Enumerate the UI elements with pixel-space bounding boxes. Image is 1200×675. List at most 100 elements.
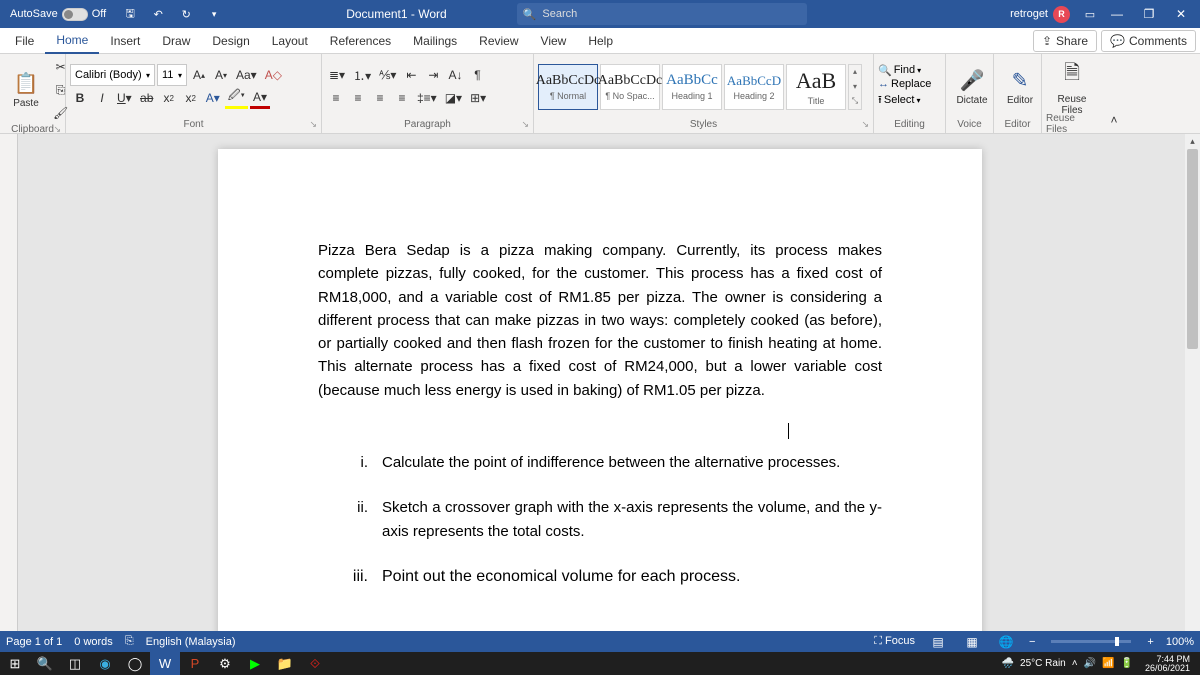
- decrease-indent-icon[interactable]: ⇤: [401, 64, 421, 86]
- search-box[interactable]: 🔍 Search: [517, 3, 807, 25]
- battery-icon[interactable]: 🔋: [1121, 658, 1133, 669]
- numbering-icon[interactable]: ⒈▾: [350, 64, 374, 86]
- restore-button[interactable]: ❐: [1134, 2, 1164, 26]
- font-color-icon[interactable]: A▾: [250, 87, 270, 109]
- redo-icon[interactable]: ↻: [174, 2, 198, 26]
- reuse-files-button[interactable]: 🗎Reuse Files: [1046, 57, 1098, 117]
- justify-icon[interactable]: ≡: [392, 87, 412, 109]
- styles-launcher-icon[interactable]: ↘: [861, 119, 869, 130]
- zoom-in-icon[interactable]: +: [1147, 636, 1153, 648]
- style-normal[interactable]: AaBbCcDc¶ Normal: [538, 64, 598, 110]
- autosave-toggle[interactable]: [62, 8, 88, 21]
- word-icon[interactable]: W: [150, 652, 180, 675]
- paste-button[interactable]: 📋Paste: [4, 60, 48, 120]
- superscript-button[interactable]: x2: [181, 87, 201, 109]
- clear-format-icon[interactable]: A◇: [262, 64, 285, 86]
- edge-icon[interactable]: ◉: [90, 652, 120, 675]
- chevron-down-icon[interactable]: ▾: [849, 79, 861, 94]
- tab-draw[interactable]: Draw: [151, 29, 201, 53]
- font-name-combo[interactable]: Calibri (Body)▾: [70, 64, 155, 86]
- zoom-slider[interactable]: [1051, 640, 1131, 643]
- dictate-button[interactable]: 🎤Dictate: [950, 57, 994, 117]
- increase-indent-icon[interactable]: ⇥: [423, 64, 443, 86]
- style-nospacing[interactable]: AaBbCcDc¶ No Spac...: [600, 64, 660, 110]
- close-button[interactable]: ✕: [1166, 2, 1196, 26]
- chevron-up-icon[interactable]: ▴: [849, 65, 861, 80]
- bullets-icon[interactable]: ≣▾: [326, 64, 348, 86]
- qat-more-icon[interactable]: ▾: [202, 2, 226, 26]
- sound-icon[interactable]: 🔊: [1084, 658, 1096, 669]
- print-layout-icon[interactable]: ▦: [961, 633, 983, 651]
- paragraph-launcher-icon[interactable]: ↘: [521, 119, 529, 130]
- tab-file[interactable]: File: [4, 29, 45, 53]
- document-page[interactable]: Pizza Bera Sedap is a pizza making compa…: [218, 149, 982, 654]
- zoom-out-icon[interactable]: −: [1029, 636, 1035, 648]
- read-mode-icon[interactable]: ▤: [927, 633, 949, 651]
- shading-icon[interactable]: ◪▾: [442, 87, 465, 109]
- minimize-button[interactable]: —: [1102, 2, 1132, 26]
- chrome-icon[interactable]: ◯: [120, 652, 150, 675]
- acrobat-icon[interactable]: ⟐: [300, 652, 330, 675]
- line-spacing-icon[interactable]: ‡≡▾: [414, 87, 440, 109]
- editor-button[interactable]: ✎Editor: [998, 57, 1042, 117]
- web-layout-icon[interactable]: 🌐: [995, 633, 1017, 651]
- tray-chevron-icon[interactable]: ˄: [1072, 658, 1078, 669]
- weather-text[interactable]: 25°C Rain: [1020, 658, 1066, 669]
- app-icon[interactable]: ◫: [60, 652, 90, 675]
- tab-review[interactable]: Review: [468, 29, 529, 53]
- tab-home[interactable]: Home: [45, 28, 99, 54]
- spell-check-icon[interactable]: ⎘: [125, 635, 134, 648]
- strikethrough-button[interactable]: ab: [137, 87, 157, 109]
- bold-button[interactable]: B: [70, 87, 90, 109]
- weather-icon[interactable]: 🌧️: [1002, 658, 1014, 669]
- tab-mailings[interactable]: Mailings: [402, 29, 468, 53]
- increase-font-icon[interactable]: A▴: [189, 64, 209, 86]
- change-case-icon[interactable]: Aa▾: [233, 64, 260, 86]
- save-icon[interactable]: 🖫: [118, 2, 142, 26]
- focus-mode[interactable]: ⛶ Focus: [874, 635, 915, 648]
- powerpoint-icon[interactable]: P: [180, 652, 210, 675]
- tab-insert[interactable]: Insert: [99, 29, 151, 53]
- font-size-combo[interactable]: 11▾: [157, 64, 187, 86]
- collapse-ribbon-icon[interactable]: ˄: [1104, 109, 1124, 131]
- word-count[interactable]: 0 words: [74, 636, 113, 648]
- search-taskbar-icon[interactable]: 🔍: [30, 652, 60, 675]
- wifi-icon[interactable]: 📶: [1102, 658, 1114, 669]
- ribbon-display-icon[interactable]: ▭: [1078, 2, 1102, 26]
- highlight-icon[interactable]: 🖉▾: [225, 87, 248, 109]
- clock[interactable]: 7:44 PM 26/06/2021: [1139, 655, 1196, 673]
- styles-expand-icon[interactable]: ⤡: [849, 94, 861, 109]
- media-icon[interactable]: ▶: [240, 652, 270, 675]
- language[interactable]: English (Malaysia): [146, 636, 236, 648]
- file-explorer-icon[interactable]: 📁: [270, 652, 300, 675]
- tab-references[interactable]: References: [319, 29, 402, 53]
- zoom-level[interactable]: 100%: [1166, 636, 1194, 648]
- comments-button[interactable]: 💬Comments: [1101, 30, 1196, 52]
- align-left-icon[interactable]: ≡: [326, 87, 346, 109]
- scroll-up-icon[interactable]: ▴: [1185, 134, 1200, 149]
- italic-button[interactable]: I: [92, 87, 112, 109]
- undo-icon[interactable]: ↶: [146, 2, 170, 26]
- tab-view[interactable]: View: [530, 29, 578, 53]
- scroll-thumb[interactable]: [1187, 149, 1198, 349]
- subscript-button[interactable]: x2: [159, 87, 179, 109]
- tab-layout[interactable]: Layout: [261, 29, 319, 53]
- style-heading2[interactable]: AaBbCcDHeading 2: [724, 64, 784, 110]
- decrease-font-icon[interactable]: A▾: [211, 64, 231, 86]
- tab-help[interactable]: Help: [577, 29, 624, 53]
- font-launcher-icon[interactable]: ↘: [309, 119, 317, 130]
- style-heading1[interactable]: AaBbCcHeading 1: [662, 64, 722, 110]
- replace-button[interactable]: ↔Replace: [878, 78, 941, 90]
- tab-design[interactable]: Design: [201, 29, 260, 53]
- app-icon[interactable]: ⚙: [210, 652, 240, 675]
- text-effects-icon[interactable]: A▾: [203, 87, 223, 109]
- sort-icon[interactable]: A↓: [445, 64, 465, 86]
- find-button[interactable]: 🔍Find▾: [878, 64, 941, 77]
- align-center-icon[interactable]: ≡: [348, 87, 368, 109]
- borders-icon[interactable]: ⊞▾: [467, 87, 489, 109]
- avatar[interactable]: R: [1053, 6, 1070, 23]
- align-right-icon[interactable]: ≡: [370, 87, 390, 109]
- multilevel-icon[interactable]: ⅍▾: [376, 64, 399, 86]
- underline-button[interactable]: U▾: [114, 87, 135, 109]
- page-count[interactable]: Page 1 of 1: [6, 636, 62, 648]
